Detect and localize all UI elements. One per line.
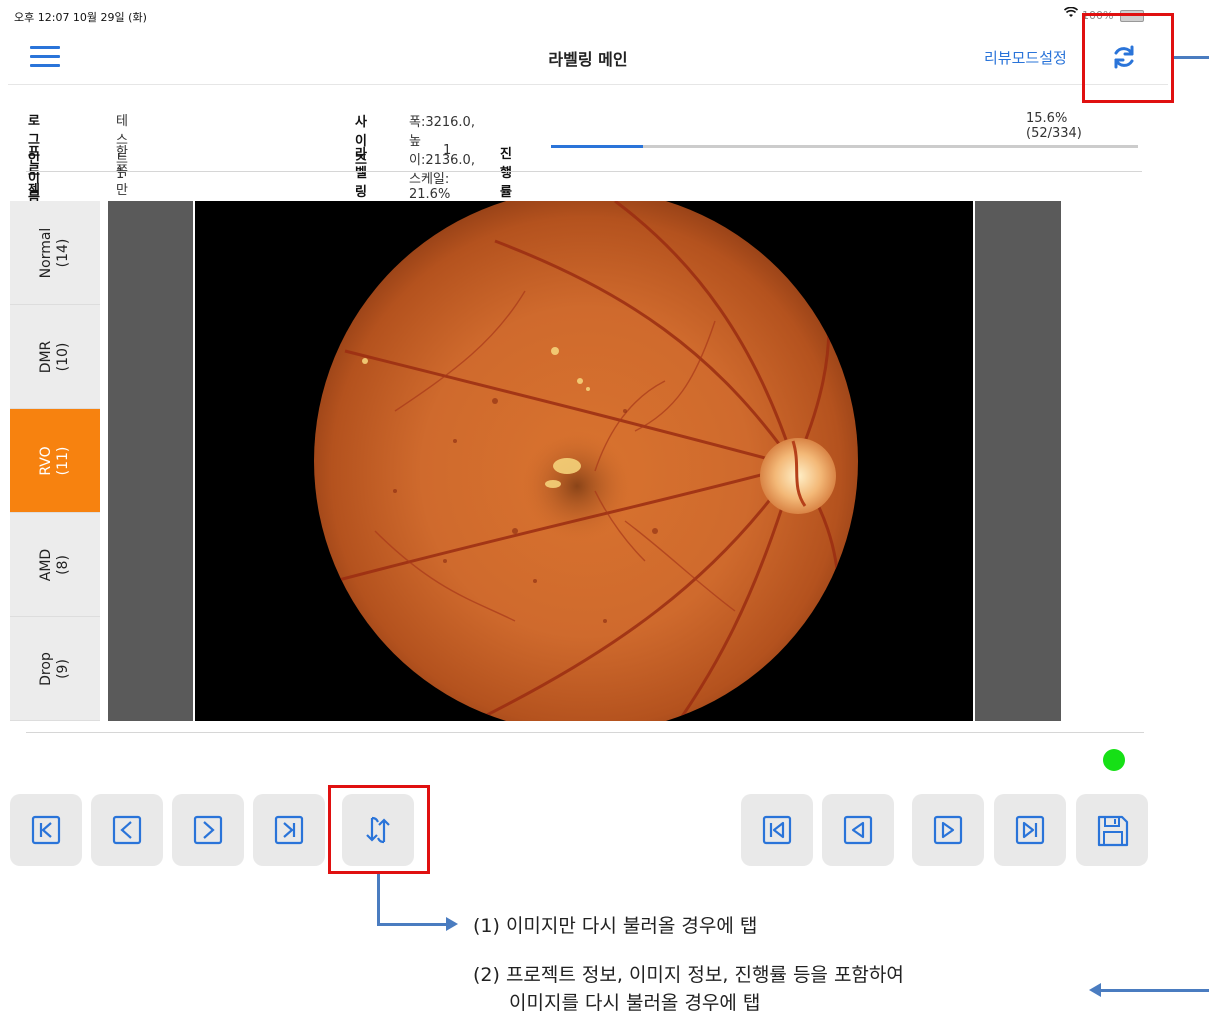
tab-name: AMD — [38, 548, 54, 581]
first-page-icon — [31, 815, 61, 845]
skip-first-button[interactable] — [741, 794, 813, 866]
tab-dmr[interactable]: DMR (10) — [10, 305, 100, 409]
tab-rvo[interactable]: RVO (11) — [10, 409, 100, 513]
save-button[interactable] — [1076, 794, 1148, 866]
last-image-button[interactable] — [253, 794, 325, 866]
callout-line-vertical — [377, 874, 380, 926]
tab-name: DMR — [38, 340, 54, 373]
next-icon — [193, 815, 223, 845]
info-divider — [26, 171, 1142, 172]
skip-first-icon — [762, 815, 792, 845]
callout-arrow-right — [446, 917, 458, 931]
size-value: 폭:3216.0,높이:2136.0,스케일: 21.6% — [409, 115, 475, 202]
play-back-icon — [843, 815, 873, 845]
tab-drop[interactable]: Drop (9) — [10, 617, 100, 721]
tab-count: (8) — [55, 554, 71, 575]
round-value: 1 — [443, 143, 452, 158]
prev-icon — [112, 815, 142, 845]
status-bar: 오후 12:07 10월 29일 (화) 100% — [0, 0, 1209, 34]
tab-label: Normal (14) — [38, 227, 72, 278]
nav-bar: 라벨링 메인 리뷰모드설정 — [8, 30, 1168, 85]
play-forward-icon — [933, 815, 963, 845]
tab-name: Drop — [38, 651, 54, 686]
tab-label: RVO (11) — [38, 446, 72, 475]
progress-text: 15.6%(52/334) — [1026, 111, 1082, 141]
viewer-divider — [26, 732, 1144, 733]
tab-count: (10) — [55, 342, 71, 371]
reload-highlight-box — [328, 785, 430, 874]
tab-label: DMR (10) — [38, 340, 72, 373]
tab-name: RVO — [38, 445, 54, 476]
callout-line-top — [1174, 56, 1209, 59]
next-image-button[interactable] — [172, 794, 244, 866]
play-forward-button[interactable] — [912, 794, 984, 866]
annotation-note-2-line-2: 이미지를 다시 불러올 경우에 탭 — [509, 992, 761, 1014]
fundus-image[interactable] — [193, 201, 975, 721]
tab-count: (14) — [55, 238, 71, 267]
skip-last-icon — [1015, 815, 1045, 845]
tab-count: (9) — [55, 658, 71, 679]
save-icon — [1097, 815, 1129, 847]
review-mode-link[interactable]: 리뷰모드설정 — [984, 47, 1067, 68]
progress-bar — [551, 145, 1138, 148]
skip-last-button[interactable] — [994, 794, 1066, 866]
tab-label: Drop (9) — [38, 652, 72, 686]
callout-line-horizontal — [377, 923, 447, 926]
tab-label: AMD (8) — [38, 548, 72, 580]
refresh-highlight-box — [1082, 13, 1174, 103]
status-time: 오후 12:07 10월 29일 (화) — [14, 11, 147, 24]
first-image-button[interactable] — [10, 794, 82, 866]
prev-image-button[interactable] — [91, 794, 163, 866]
tab-amd[interactable]: AMD (8) — [10, 513, 100, 617]
callout-line-bottom — [1100, 989, 1209, 992]
annotation-note-2-line-1: (2) 프로젝트 정보, 이미지 정보, 진행률 등을 포함하여 — [473, 964, 904, 986]
play-back-button[interactable] — [822, 794, 894, 866]
fundus-photo — [314, 201, 858, 721]
tab-name: Normal — [38, 227, 54, 278]
progress-bar-fill — [551, 145, 643, 148]
tab-count: (11) — [55, 446, 71, 475]
annotation-note-1: (1) 이미지만 다시 불러올 경우에 탭 — [473, 915, 758, 937]
tab-normal[interactable]: Normal (14) — [10, 201, 100, 305]
connection-status-dot — [1103, 749, 1125, 771]
wifi-icon — [1063, 6, 1079, 21]
last-page-icon — [274, 815, 304, 845]
